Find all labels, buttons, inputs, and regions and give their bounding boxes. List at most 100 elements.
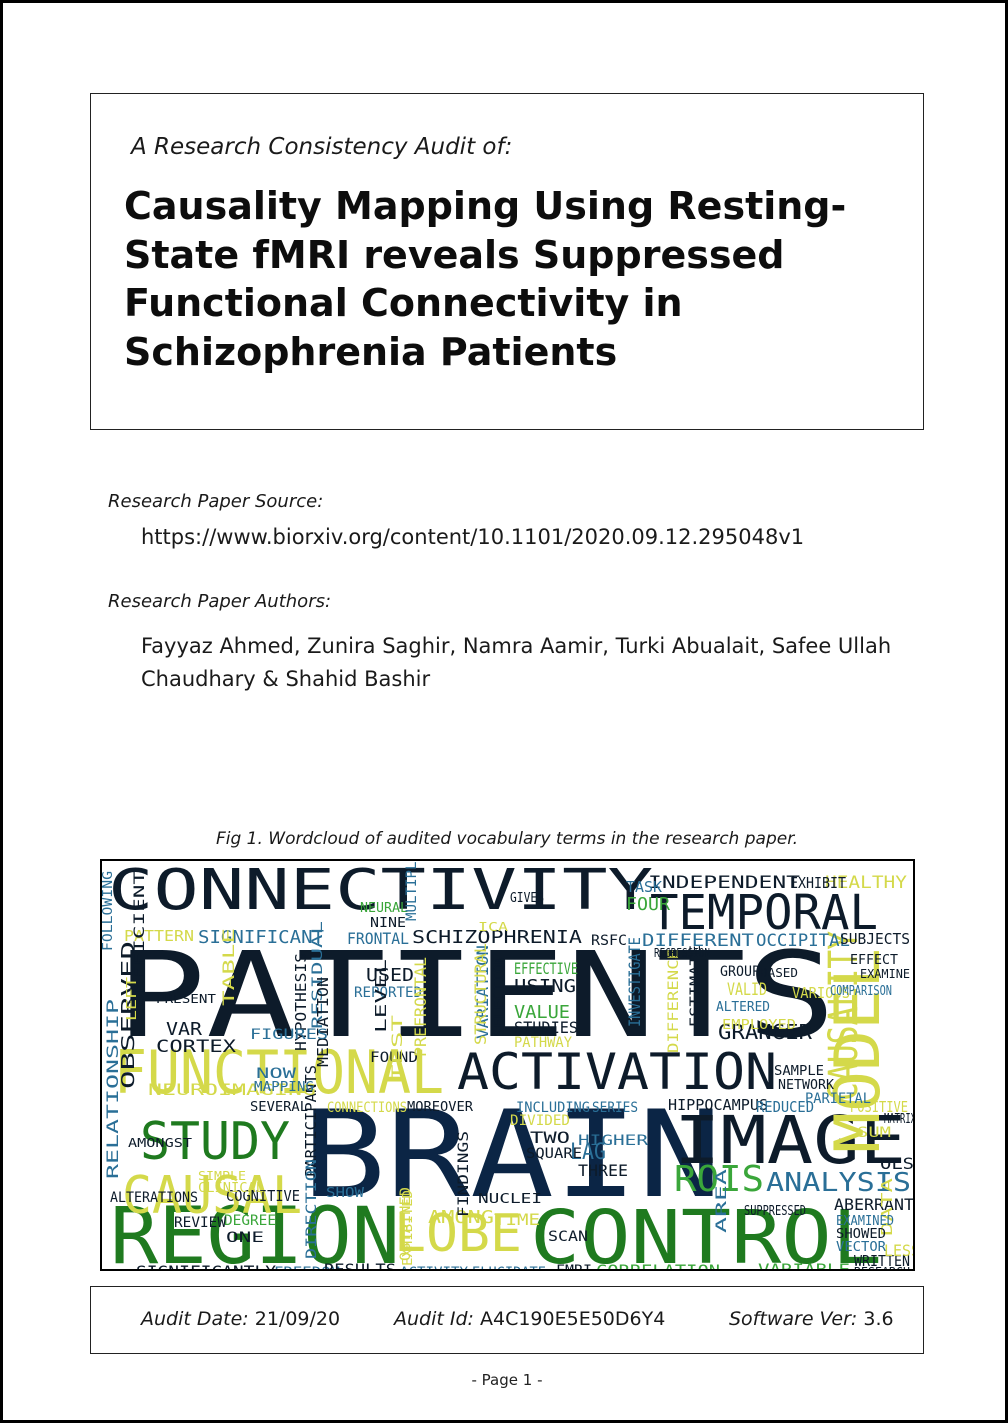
wordcloud-word: SIMPLE [198, 1169, 246, 1183]
wordcloud-word: FOLLOWING [102, 871, 116, 951]
wordcloud-word: LESS [884, 1241, 913, 1260]
audit-page: A Research Consistency Audit of: Causali… [0, 0, 1008, 1423]
wordcloud-word: SHOWED [836, 1227, 886, 1242]
audit-subtitle: A Research Consistency Audit of: [131, 134, 513, 160]
wordcloud-word: SQUARE [526, 1146, 582, 1162]
wordcloud-word: CLINICAL [198, 1181, 264, 1196]
wordcloud-word: VARIABLE [758, 1260, 850, 1269]
wordcloud-word: HIPPOCAMPUS [668, 1096, 768, 1114]
audit-date-value: 21/09/20 [254, 1308, 341, 1330]
wordcloud-word: SEVERAL [250, 1100, 308, 1115]
wordcloud-word: PRESENT [156, 992, 216, 1006]
wordcloud-word: SERIES [592, 1100, 638, 1116]
wordcloud-word: ALTERATIONS [110, 1190, 198, 1206]
wordcloud-word: SELECTION [492, 955, 508, 1037]
wordcloud-word: ONE [226, 1230, 264, 1246]
wordcloud-word: PATHWAY [514, 1035, 573, 1051]
wordcloud-word: EMPLOYED [722, 1018, 796, 1033]
wordcloud-word: DEGREE [224, 1213, 276, 1229]
wordcloud-word: ICA [478, 920, 509, 934]
wordcloud-word: GIVES [510, 891, 544, 906]
wordcloud-word: EXHIBIT [790, 874, 846, 892]
wordcloud-word: COMPARISON [830, 984, 892, 999]
wordcloud-word: SHOW [326, 1186, 364, 1201]
wordcloud-word: NUCLEI [478, 1192, 542, 1207]
wordcloud-word: CORTEX [156, 1037, 237, 1057]
wordcloud-word: TASK [626, 878, 662, 896]
wordcloud-word: DIVIDED [510, 1113, 570, 1129]
audit-id: Audit Id: A4C190E5E50D6Y4 [394, 1308, 665, 1330]
wordcloud-word: BASED [760, 966, 798, 980]
wordcloud-word: SUM [857, 1125, 891, 1141]
wordcloud-word: VALID [727, 980, 767, 1000]
wordcloud-word: FIGURES [250, 1027, 328, 1043]
wordcloud-word: FINDINGS [456, 1131, 472, 1217]
wordcloud-canvas: CONNECTIVITYPATIENTSBRAINTEMPORALIMAGEFU… [102, 861, 913, 1269]
software-version: Software Ver: 3.6 [729, 1308, 894, 1330]
wordcloud-word: LEVEL [372, 959, 390, 1033]
wordcloud-word: TWO [530, 1128, 570, 1147]
wordcloud-word: MULTIPLE [404, 861, 420, 921]
audit-footer: Audit Date: 21/09/20 Audit Id: A4C190E5E… [90, 1286, 924, 1354]
wordcloud-word: HIGHER [578, 1133, 649, 1149]
wordcloud-word: SIGNIFICANT [198, 927, 324, 948]
wordcloud-word: RESEARCH [854, 1265, 910, 1269]
wordcloud-word: STRUCTURAL [471, 943, 490, 1045]
wordcloud-word: CONNECTIONS [327, 1100, 407, 1116]
wordcloud-word: MAPPING [254, 1080, 314, 1095]
wordcloud-word: RESULTS [324, 1260, 396, 1269]
wordcloud-word: TEST [390, 1014, 406, 1081]
wordcloud-word: ALTERED [716, 1000, 770, 1015]
wordcloud-word: INDEPENDENT [648, 873, 800, 893]
wordcloud-word: THREE [578, 1161, 628, 1180]
wordcloud-word: MEDIATION [314, 977, 332, 1067]
wordcloud-word: PARIETAL [805, 1091, 871, 1107]
wordcloud-word: AMONGST [128, 1136, 192, 1150]
authors-label: Research Paper Authors: [108, 591, 332, 612]
wordcloud-word: RSFC [591, 933, 627, 949]
wordcloud-word: NINE [370, 916, 406, 931]
wordcloud-word: SCAN [548, 1229, 588, 1245]
source-label: Research Paper Source: [108, 491, 324, 512]
wordcloud-word: EXAMINE [860, 967, 910, 981]
wordcloud-word: SUPPRESSED [744, 1204, 806, 1219]
software-label: Software Ver: [729, 1308, 858, 1330]
wordcloud-word: RELATIONSHIP [103, 999, 122, 1179]
wordcloud-word: EFFECT [850, 953, 898, 968]
wordcloud-word: FRONTAL [347, 929, 409, 948]
wordcloud-word: FOUR [626, 894, 670, 915]
wordcloud-word: SIGNIFICANTLY [136, 1262, 276, 1269]
wordcloud-word: TABLE [219, 928, 238, 1006]
audit-date-label: Audit Date: [141, 1308, 249, 1330]
wordcloud-word: EXHIBITED [401, 1190, 416, 1266]
wordcloud-word: VECTOR [836, 1240, 886, 1255]
authors-list: Fayyaz Ahmed, Zunira Saghir, Namra Aamir… [141, 634, 892, 691]
wordcloud-word: OLS [880, 1154, 913, 1173]
source-url[interactable]: https://www.biorxiv.org/content/10.1101/… [141, 521, 901, 554]
wordcloud-word: SUBJECTS [840, 930, 910, 948]
audit-date: Audit Date: 21/09/20 [141, 1308, 340, 1330]
wordcloud-word: MOREOVER [407, 1100, 473, 1115]
wordcloud-word: SAMPLE [774, 1064, 824, 1079]
wordcloud-word: DIFFERENCE [666, 949, 682, 1053]
wordcloud-word: ELUCIDATE [472, 1265, 546, 1269]
figure-caption: Fig 1. Wordcloud of audited vocabulary t… [215, 829, 799, 849]
title-box: A Research Consistency Audit of: Causali… [90, 93, 924, 430]
wordcloud-word: CORRELATION [596, 1261, 720, 1269]
software-value: 3.6 [863, 1308, 894, 1330]
wordcloud-word: NEURAL [360, 901, 408, 916]
wordcloud-word: GROUP [720, 964, 760, 980]
wordcloud-word: MATRIX [884, 1112, 913, 1127]
wordcloud-word: TIME [494, 1210, 540, 1229]
wordcloud-word: LEFT [125, 977, 140, 1021]
wordcloud-word: USING [514, 976, 576, 997]
audit-id-value: A4C190E5E50D6Y4 [479, 1308, 666, 1330]
wordcloud-word: REVIEW [174, 1215, 227, 1231]
wordcloud-figure: CONNECTIVITY PATIENTS BRAIN TEMPORAL IMAGE FU… [100, 859, 915, 1271]
wordcloud-word: AREA [714, 1168, 730, 1233]
audit-id-label: Audit Id: [394, 1308, 474, 1330]
wordcloud-word: FMRI [556, 1263, 592, 1269]
wordcloud-word: ABERRANT [834, 1195, 913, 1214]
wordcloud-word: PREFRONTAL [411, 957, 430, 1057]
wordcloud-word: INVESTIGATE [625, 937, 644, 1027]
